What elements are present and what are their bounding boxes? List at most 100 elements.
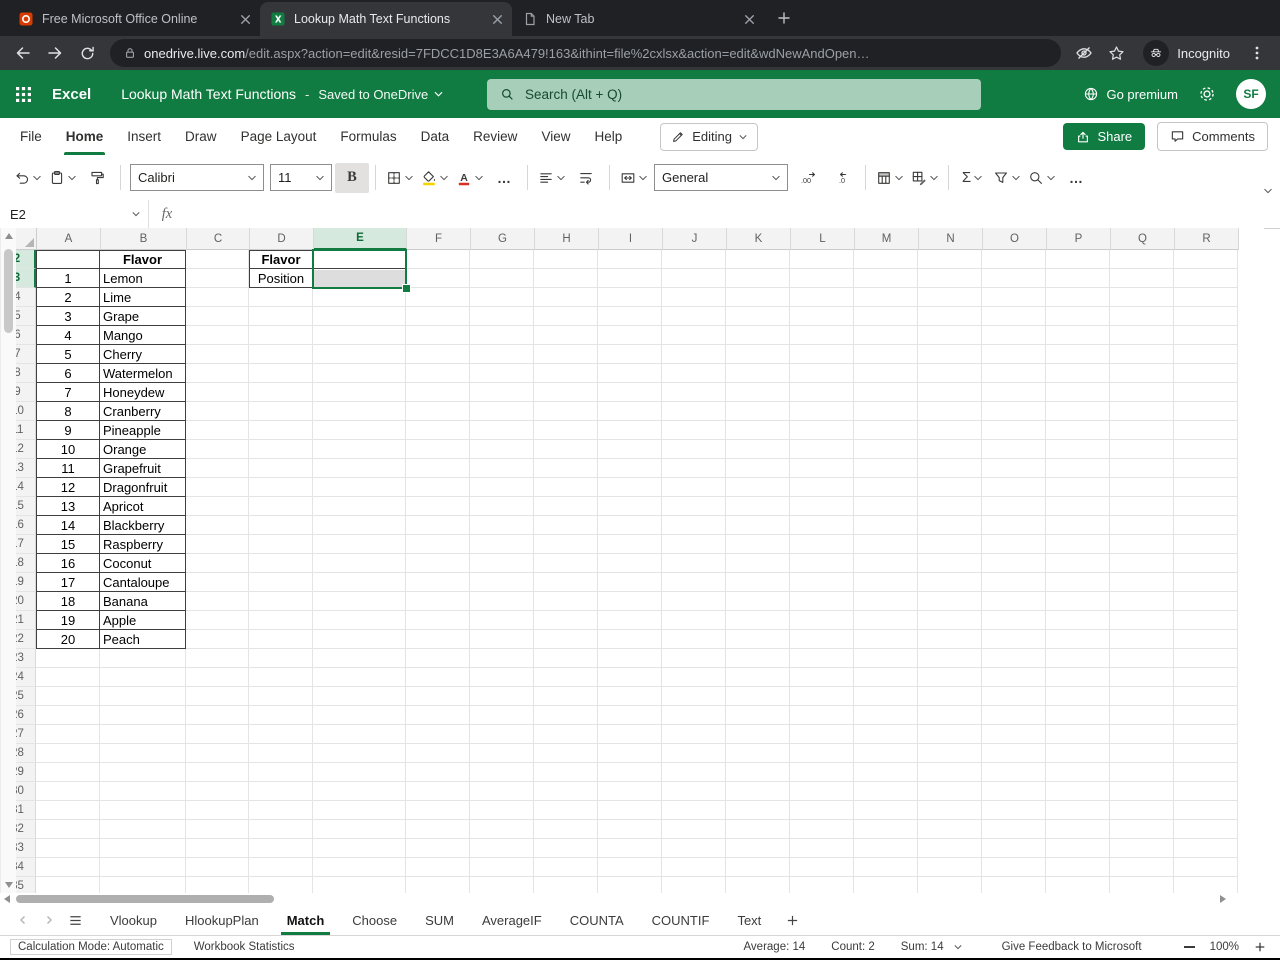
cell-N7[interactable]	[918, 345, 982, 364]
cell-C32[interactable]	[186, 820, 249, 839]
cell-L33[interactable]	[790, 839, 854, 858]
cell-Q18[interactable]	[1110, 554, 1174, 573]
cell-B21[interactable]: Apple	[100, 611, 186, 630]
cell-P19[interactable]	[1046, 573, 1110, 592]
cell-R20[interactable]	[1174, 592, 1238, 611]
column-header-I[interactable]: I	[599, 228, 663, 250]
cell-R17[interactable]	[1174, 535, 1238, 554]
cell-Q9[interactable]	[1110, 383, 1174, 402]
cell-K32[interactable]	[726, 820, 790, 839]
cell-Q30[interactable]	[1110, 782, 1174, 801]
cell-M19[interactable]	[854, 573, 918, 592]
cell-R30[interactable]	[1174, 782, 1238, 801]
cell-F29[interactable]	[406, 763, 470, 782]
cell-I17[interactable]	[598, 535, 662, 554]
cell-Q35[interactable]	[1110, 877, 1174, 893]
cell-B19[interactable]: Cantaloupe	[100, 573, 186, 592]
cell-P6[interactable]	[1046, 326, 1110, 345]
cell-L13[interactable]	[790, 459, 854, 478]
cell-G4[interactable]	[470, 288, 534, 307]
cell-O5[interactable]	[982, 307, 1046, 326]
cell-L20[interactable]	[790, 592, 854, 611]
cell-D7[interactable]	[249, 345, 313, 364]
cell-M25[interactable]	[854, 687, 918, 706]
cell-E29[interactable]	[313, 763, 406, 782]
cell-M6[interactable]	[854, 326, 918, 345]
cell-G18[interactable]	[470, 554, 534, 573]
cell-A5[interactable]: 3	[36, 307, 100, 326]
cell-R3[interactable]	[1174, 269, 1238, 288]
cell-I20[interactable]	[598, 592, 662, 611]
cell-H11[interactable]	[534, 421, 598, 440]
cell-Q27[interactable]	[1110, 725, 1174, 744]
cell-P14[interactable]	[1046, 478, 1110, 497]
cell-D31[interactable]	[249, 801, 313, 820]
cell-H18[interactable]	[534, 554, 598, 573]
cell-L16[interactable]	[790, 516, 854, 535]
cell-O15[interactable]	[982, 497, 1046, 516]
cell-O17[interactable]	[982, 535, 1046, 554]
cell-D33[interactable]	[249, 839, 313, 858]
cell-H3[interactable]	[534, 269, 598, 288]
cell-K2[interactable]	[726, 250, 790, 269]
cell-H4[interactable]	[534, 288, 598, 307]
cell-H14[interactable]	[534, 478, 598, 497]
cell-D5[interactable]	[249, 307, 313, 326]
cell-I3[interactable]	[598, 269, 662, 288]
cell-L12[interactable]	[790, 440, 854, 459]
cell-K14[interactable]	[726, 478, 790, 497]
cell-H15[interactable]	[534, 497, 598, 516]
cell-M31[interactable]	[854, 801, 918, 820]
cell-F3[interactable]	[406, 269, 470, 288]
cell-F10[interactable]	[406, 402, 470, 421]
cell-N28[interactable]	[918, 744, 982, 763]
cell-J17[interactable]	[662, 535, 726, 554]
cell-C5[interactable]	[186, 307, 249, 326]
cell-G30[interactable]	[470, 782, 534, 801]
cell-K35[interactable]	[726, 877, 790, 893]
vertical-scrollbar[interactable]	[0, 228, 16, 893]
cell-I27[interactable]	[598, 725, 662, 744]
cell-C23[interactable]	[186, 649, 249, 668]
cell-L11[interactable]	[790, 421, 854, 440]
cell-A16[interactable]: 14	[36, 516, 100, 535]
cell-I34[interactable]	[598, 858, 662, 877]
horizontal-scroll-thumb[interactable]	[16, 895, 274, 903]
cell-D30[interactable]	[249, 782, 313, 801]
cell-I10[interactable]	[598, 402, 662, 421]
cell-I6[interactable]	[598, 326, 662, 345]
cell-O4[interactable]	[982, 288, 1046, 307]
cell-C35[interactable]	[186, 877, 249, 893]
cell-B2[interactable]: Flavor	[100, 250, 186, 269]
settings-gear-button[interactable]	[1198, 85, 1216, 103]
cell-M17[interactable]	[854, 535, 918, 554]
more-font-options-button[interactable]: …	[487, 163, 521, 193]
cell-B11[interactable]: Pineapple	[100, 421, 186, 440]
cell-J11[interactable]	[662, 421, 726, 440]
cell-L28[interactable]	[790, 744, 854, 763]
cell-M13[interactable]	[854, 459, 918, 478]
sheet-tab-hlookupplan[interactable]: HlookupPlan	[171, 905, 273, 935]
cell-I7[interactable]	[598, 345, 662, 364]
cell-H27[interactable]	[534, 725, 598, 744]
cell-K4[interactable]	[726, 288, 790, 307]
cell-J10[interactable]	[662, 402, 726, 421]
cell-C10[interactable]	[186, 402, 249, 421]
cell-R9[interactable]	[1174, 383, 1238, 402]
cell-I24[interactable]	[598, 668, 662, 687]
format-as-table-button[interactable]	[872, 163, 907, 193]
cell-G12[interactable]	[470, 440, 534, 459]
column-header-C[interactable]: C	[187, 228, 250, 250]
cell-E23[interactable]	[313, 649, 406, 668]
cell-G14[interactable]	[470, 478, 534, 497]
cell-M15[interactable]	[854, 497, 918, 516]
cell-G25[interactable]	[470, 687, 534, 706]
cell-P25[interactable]	[1046, 687, 1110, 706]
cell-O23[interactable]	[982, 649, 1046, 668]
cell-D18[interactable]	[249, 554, 313, 573]
cell-N13[interactable]	[918, 459, 982, 478]
cell-K6[interactable]	[726, 326, 790, 345]
cell-O20[interactable]	[982, 592, 1046, 611]
cell-N14[interactable]	[918, 478, 982, 497]
cell-P30[interactable]	[1046, 782, 1110, 801]
